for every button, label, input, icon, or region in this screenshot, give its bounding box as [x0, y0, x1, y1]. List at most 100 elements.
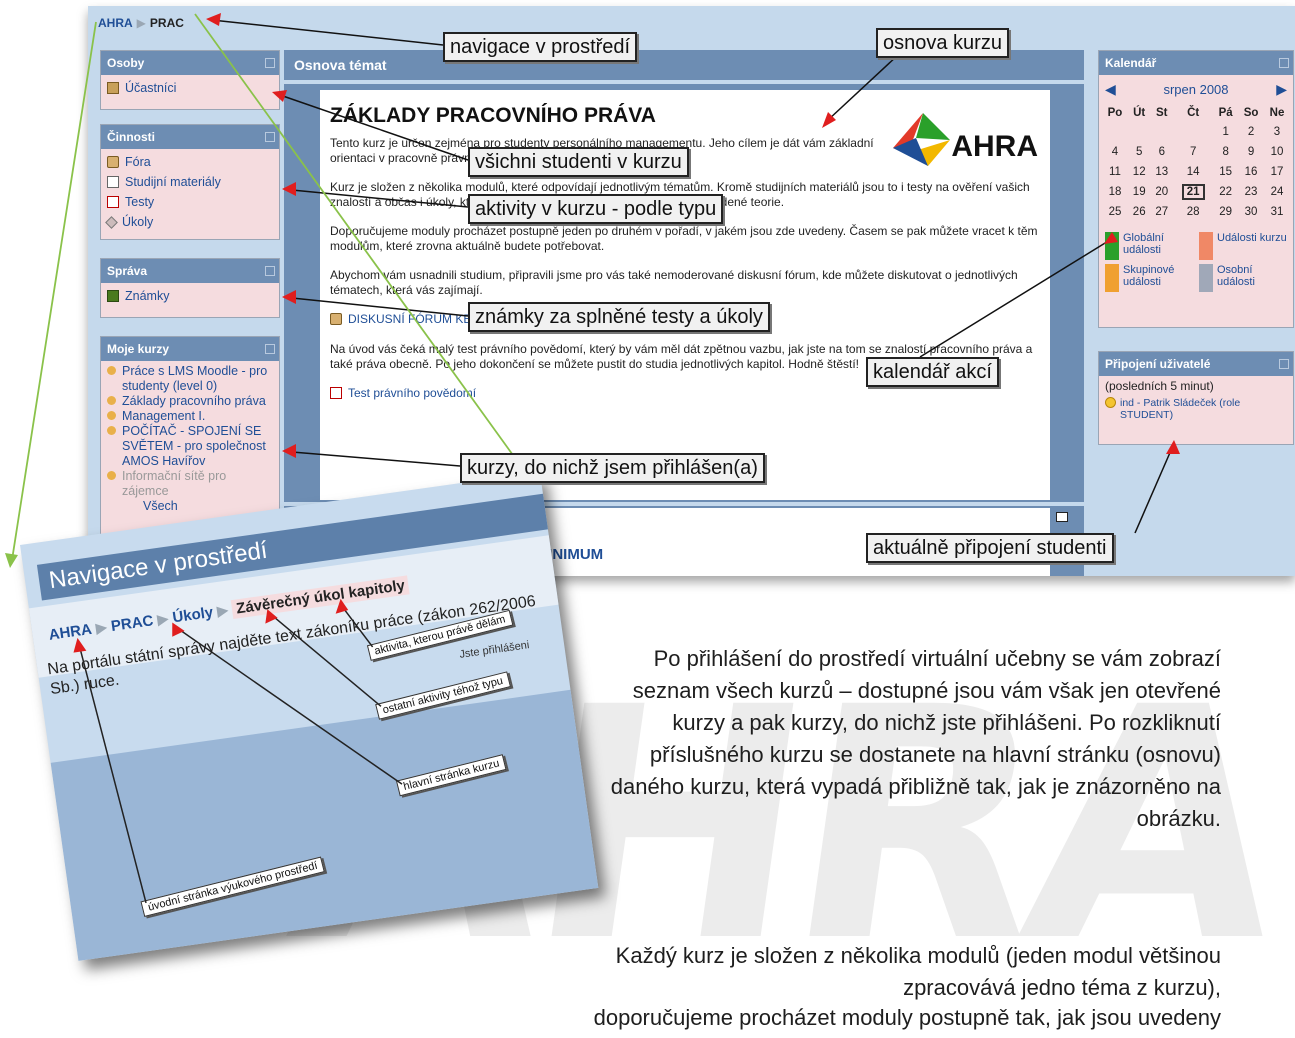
inset-arrows — [73, 598, 403, 904]
calendar-legend-item[interactable]: Skupinové události — [1105, 264, 1193, 292]
course-link[interactable]: Management I. — [107, 409, 273, 424]
course-icon — [107, 471, 116, 480]
calendar-day[interactable]: 22 — [1213, 182, 1238, 202]
calendar-header: Kalendář — [1099, 51, 1293, 75]
online-users-period: (posledních 5 minut) — [1105, 379, 1214, 393]
calendar-day[interactable]: 1 — [1213, 122, 1238, 142]
calendar-day[interactable]: 14 — [1173, 162, 1213, 182]
calendar-empty-cell — [1102, 122, 1128, 142]
forum-icon — [330, 313, 342, 325]
users-icon — [107, 82, 119, 94]
calendar-day[interactable]: 23 — [1238, 182, 1264, 202]
course-link[interactable]: Základy pracovního práva — [107, 394, 273, 409]
sidebar-item-fora[interactable]: Fóra — [107, 152, 273, 172]
moodle-course-screenshot: AHRA ▶ PRAC Osoby Účastníci Činnosti Fóra … — [88, 6, 1295, 576]
calendar-day[interactable]: 26 — [1128, 202, 1151, 222]
online-user[interactable]: ind - Patrik Sládeček (role STUDENT) — [1105, 397, 1287, 421]
calendar-weekday: Pá — [1218, 107, 1233, 119]
breadcrumb-separator-icon: ▶ — [136, 16, 146, 30]
calendar-day[interactable]: 4 — [1102, 142, 1128, 162]
legend-swatch-icon — [1105, 264, 1119, 292]
calendar-day[interactable]: 24 — [1264, 182, 1290, 202]
course-link[interactable]: Práce s LMS Moodle - pro studenty (level… — [107, 364, 273, 394]
calendar-weekday: So — [1243, 107, 1259, 119]
calendar-day[interactable]: 2 — [1238, 122, 1264, 142]
calendar-day[interactable]: 10 — [1264, 142, 1290, 162]
legend-label: Události kurzu — [1217, 232, 1287, 244]
calendar-month[interactable]: srpen 2008 — [1163, 82, 1228, 97]
sidebar-item-znamky[interactable]: Známky — [107, 286, 273, 306]
minimize-icon[interactable] — [1279, 359, 1289, 369]
minimize-icon[interactable] — [265, 132, 275, 142]
breadcrumb-root-link[interactable]: AHRA — [98, 16, 133, 30]
section-toggle-icon[interactable] — [1056, 512, 1068, 522]
calendar-day[interactable]: 25 — [1102, 202, 1128, 222]
calendar-day[interactable]: 19 — [1128, 182, 1151, 202]
calendar-day[interactable]: 29 — [1213, 202, 1238, 222]
calendar-day[interactable]: 3 — [1264, 122, 1290, 142]
sidebar-item-ukoly[interactable]: Úkoly — [105, 212, 273, 232]
minimize-icon[interactable] — [265, 266, 275, 276]
calendar-day[interactable]: 13 — [1150, 162, 1173, 182]
body-paragraph-2: Každý kurz je složen z několika modulů (… — [615, 943, 1221, 1000]
course-link[interactable]: Informační sítě pro zájemce — [107, 469, 273, 499]
calendar-day[interactable]: 27 — [1150, 202, 1173, 222]
all-courses-link[interactable]: Všech — [107, 499, 273, 514]
online-users-header: Připojení uživatelé — [1099, 352, 1293, 376]
calendar-week-row: 123 — [1102, 122, 1290, 142]
calendar-day[interactable]: 15 — [1213, 162, 1238, 182]
callout-navigace: navigace v prostředí — [443, 32, 638, 62]
block-calendar: Kalendář ◀ srpen 2008 ▶ Po Út St Čt Pá So Ne 1… — [1098, 50, 1294, 328]
calendar-empty-cell — [1173, 122, 1213, 142]
document-icon — [107, 176, 119, 188]
calendar-week-row: 11 12 13 14 15 16 17 — [1102, 162, 1290, 182]
block-sprava: Správa Známky — [100, 258, 280, 318]
calendar-week-row: 25 26 27 28 29 30 31 — [1102, 202, 1290, 222]
test-link[interactable]: Test právního povědomí — [330, 386, 1040, 400]
calendar-day[interactable]: 30 — [1238, 202, 1264, 222]
calendar-day[interactable]: 5 — [1128, 142, 1151, 162]
minimize-icon[interactable] — [1279, 58, 1289, 68]
minimize-icon[interactable] — [265, 344, 275, 354]
calendar-day[interactable]: 12 — [1128, 162, 1151, 182]
calendar-day[interactable]: 6 — [1150, 142, 1173, 162]
legend-swatch-icon — [1199, 264, 1213, 292]
prev-month-icon[interactable]: ◀ — [1105, 81, 1116, 98]
body-paragraph-1: Po přihlášení do prostředí virtuální uče… — [610, 646, 1221, 831]
calendar-day[interactable]: 31 — [1264, 202, 1290, 222]
grades-icon — [107, 290, 119, 302]
sidebar-item-ucastnici[interactable]: Účastníci — [107, 78, 273, 98]
course-icon — [107, 411, 116, 420]
test-icon — [107, 196, 119, 208]
calendar-day[interactable]: 8 — [1213, 142, 1238, 162]
sidebar-item-testy[interactable]: Testy — [107, 192, 273, 212]
test-icon — [330, 387, 342, 399]
calendar-weekday: Po — [1107, 107, 1123, 119]
calendar-day[interactable]: 11 — [1102, 162, 1128, 182]
body-paragraph-3: doporučujeme procházet moduly postupně t… — [593, 1005, 1221, 1030]
breadcrumb: AHRA ▶ PRAC — [98, 16, 184, 30]
ahra-logo: AHRA — [888, 108, 1038, 168]
block-cinnosti: Činnosti Fóra Studijní materiály Testy Ú… — [100, 124, 280, 240]
calendar-day[interactable]: 18 — [1102, 182, 1128, 202]
calendar-day[interactable]: 7 — [1173, 142, 1213, 162]
calendar-day[interactable]: 9 — [1238, 142, 1264, 162]
sidebar-item-studijni-materialy[interactable]: Studijní materiály — [107, 172, 273, 192]
calendar-legend-item[interactable]: Globální události — [1105, 232, 1193, 260]
calendar-legend-item[interactable]: Osobní události — [1199, 264, 1287, 292]
calendar-legend-item[interactable]: Události kurzu — [1199, 232, 1287, 260]
course-icon — [107, 366, 116, 375]
calendar-day[interactable]: 16 — [1238, 162, 1264, 182]
block-osoby: Osoby Účastníci — [100, 50, 280, 110]
calendar-day[interactable]: 28 — [1173, 202, 1213, 222]
calendar-day[interactable]: 20 — [1150, 182, 1173, 202]
next-month-icon[interactable]: ▶ — [1276, 81, 1287, 98]
calendar-day[interactable]: 21 — [1173, 182, 1213, 202]
breadcrumb-current[interactable]: PRAC — [150, 16, 184, 30]
calendar-day[interactable]: 17 — [1264, 162, 1290, 182]
course-link[interactable]: POČÍTAČ - SPOJENÍ SE SVĚTEM - pro společ… — [107, 424, 273, 469]
minimize-icon[interactable] — [265, 58, 275, 68]
block-moje-kurzy-header: Moje kurzy — [101, 337, 279, 361]
calendar-legend: Globální události Události kurzu Skupinové… — [1099, 222, 1293, 302]
callout-aktivity: aktivity v kurzu - podle typu — [468, 194, 724, 224]
